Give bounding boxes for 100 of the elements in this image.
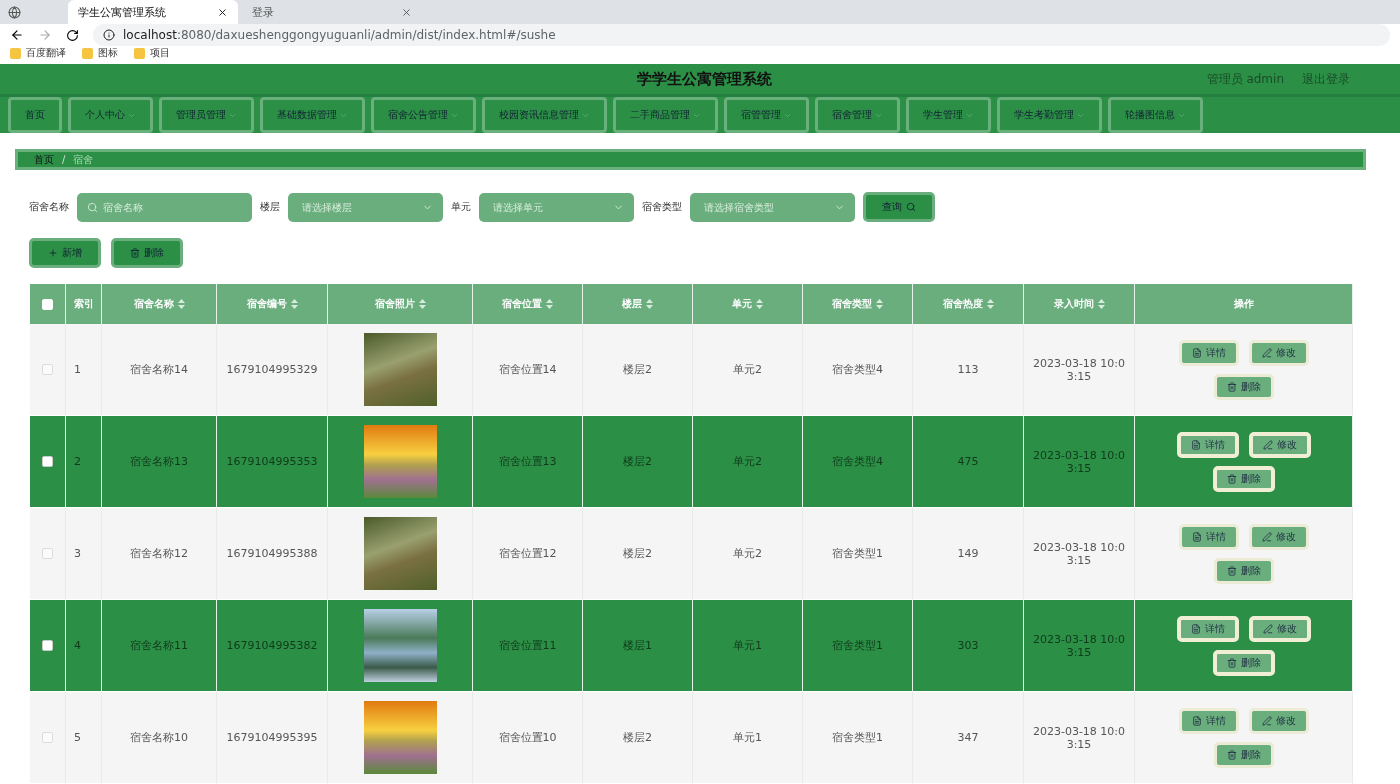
- nav-menu-item[interactable]: 基础数据管理: [260, 97, 365, 133]
- user-label: 管理员 admin: [1206, 70, 1284, 88]
- url-text: localhost:8080/daxueshenggongyuguanli/admin/dist/index.html#/sushe: [123, 28, 556, 42]
- edit-button[interactable]: 修改: [1248, 707, 1309, 734]
- trash-icon: [1226, 657, 1237, 668]
- details-button[interactable]: 详情: [1178, 707, 1239, 734]
- details-button[interactable]: 详情: [1176, 431, 1239, 458]
- breadcrumb-link[interactable]: 宿舍: [73, 152, 94, 167]
- nav-menu-item[interactable]: 校园资讯信息管理: [482, 97, 607, 133]
- details-button[interactable]: 详情: [1176, 615, 1239, 642]
- table-cell: 宿舍位置11: [473, 600, 583, 692]
- row-checkbox[interactable]: [42, 640, 53, 651]
- sort-icon[interactable]: [418, 299, 426, 309]
- nav-menu-item[interactable]: 宿管管理: [724, 97, 809, 133]
- trash-icon: [1226, 565, 1237, 576]
- delete-button[interactable]: 删除: [1213, 741, 1274, 768]
- filter-label: 单元: [451, 200, 471, 214]
- delete-button[interactable]: 删除: [1213, 557, 1274, 584]
- details-button[interactable]: 详情: [1178, 339, 1239, 366]
- document-icon: [1190, 439, 1201, 450]
- sort-icon[interactable]: [177, 299, 185, 309]
- table-cell: 宿舍位置13: [473, 416, 583, 508]
- filter-label: 宿舍类型: [642, 200, 682, 214]
- table-cell: 303: [913, 600, 1024, 692]
- address-bar[interactable]: localhost:8080/daxueshenggongyuguanli/admin/dist/index.html#/sushe: [93, 24, 1390, 46]
- bookmark-link[interactable]: 项目: [150, 46, 170, 60]
- sort-icon[interactable]: [646, 299, 653, 309]
- info-icon[interactable]: [103, 29, 115, 41]
- edit-button[interactable]: 修改: [1248, 615, 1311, 642]
- query-button[interactable]: 查询: [863, 192, 935, 222]
- table-cell: 2023-03-18 10:03:15: [1024, 416, 1135, 508]
- document-icon: [1191, 531, 1202, 542]
- table-cell: 1679104995382: [217, 600, 328, 692]
- pencil-icon: [1261, 715, 1272, 726]
- details-button[interactable]: 详情: [1178, 523, 1239, 550]
- column-header: 宿舍位置: [473, 284, 583, 324]
- column-header: 楼层: [583, 284, 693, 324]
- nav-menu-item[interactable]: 轮播图信息: [1108, 97, 1203, 133]
- batch-delete-button[interactable]: 删除: [111, 238, 183, 268]
- table-cell: 4: [66, 600, 102, 692]
- edit-button[interactable]: 修改: [1248, 431, 1311, 458]
- delete-button[interactable]: 删除: [1213, 373, 1274, 400]
- row-checkbox[interactable]: [42, 364, 53, 375]
- table-cell: 楼层2: [583, 324, 693, 416]
- document-icon: [1191, 715, 1202, 726]
- search-field[interactable]: 宿舍名称: [77, 192, 252, 222]
- sort-icon[interactable]: [1097, 299, 1105, 309]
- nav-menu-item[interactable]: 管理员管理: [159, 97, 254, 133]
- table-cell: 单元1: [693, 600, 803, 692]
- nav-menu-item[interactable]: 个人中心: [68, 97, 153, 133]
- sort-icon[interactable]: [986, 299, 994, 309]
- nav-menu-item[interactable]: 学生管理: [906, 97, 991, 133]
- delete-button[interactable]: 删除: [1212, 465, 1275, 492]
- document-icon: [1190, 623, 1201, 634]
- select-field[interactable]: 请选择宿舍类型: [690, 192, 855, 222]
- reload-icon[interactable]: [66, 28, 79, 42]
- nav-menu-item[interactable]: 宿舍公告管理: [371, 97, 476, 133]
- table-cell: 1679104995388: [217, 508, 328, 600]
- globe-icon[interactable]: [8, 6, 21, 19]
- row-checkbox[interactable]: [42, 732, 53, 743]
- close-icon[interactable]: [217, 6, 228, 18]
- select-all-checkbox[interactable]: [42, 298, 53, 310]
- row-checkbox[interactable]: [42, 548, 53, 559]
- table-cell: 宿舍名称10: [102, 692, 217, 784]
- column-header: 操作: [1135, 284, 1353, 324]
- table-cell: 宿舍类型1: [803, 508, 913, 600]
- plus-icon: [48, 248, 58, 258]
- edit-button[interactable]: 修改: [1248, 523, 1309, 550]
- table-cell: 楼层2: [583, 508, 693, 600]
- back-icon[interactable]: [10, 28, 24, 42]
- pencil-icon: [1261, 531, 1272, 542]
- table-cell: 单元1: [693, 692, 803, 784]
- nav-menu-item[interactable]: 宿舍管理: [815, 97, 900, 133]
- sort-icon[interactable]: [876, 299, 883, 309]
- row-checkbox[interactable]: [42, 456, 53, 467]
- column-header: 索引: [66, 284, 102, 324]
- table-cell: 单元2: [693, 324, 803, 416]
- forward-icon[interactable]: [38, 28, 52, 42]
- edit-button[interactable]: 修改: [1248, 339, 1309, 366]
- browser-tab[interactable]: 登录: [242, 0, 422, 24]
- select-field[interactable]: 请选择楼层: [288, 192, 443, 222]
- nav-menu-item[interactable]: 学生考勤管理: [997, 97, 1102, 133]
- select-field[interactable]: 请选择单元: [479, 192, 634, 222]
- column-header: 宿舍类型: [803, 284, 913, 324]
- bookmark-icon: [134, 47, 145, 59]
- delete-button[interactable]: 删除: [1212, 649, 1275, 676]
- bookmark-link[interactable]: 百度翻译: [26, 46, 66, 60]
- breadcrumb-link[interactable]: 首页: [34, 152, 54, 167]
- sort-icon[interactable]: [546, 299, 553, 309]
- add-button[interactable]: 新增: [29, 238, 101, 268]
- nav-menu-item[interactable]: 首页: [8, 97, 62, 133]
- bookmark-link[interactable]: 图标: [98, 46, 118, 60]
- browser-tab[interactable]: 学生公寓管理系统: [68, 0, 238, 24]
- sort-icon[interactable]: [290, 299, 298, 309]
- table-cell: 113: [913, 324, 1024, 416]
- filter-label: 楼层: [260, 200, 280, 214]
- sort-icon[interactable]: [756, 299, 763, 309]
- table-cell: 5: [66, 692, 102, 784]
- app-title: 学学生公寓管理系统: [636, 69, 772, 88]
- trash-icon: [1226, 749, 1237, 760]
